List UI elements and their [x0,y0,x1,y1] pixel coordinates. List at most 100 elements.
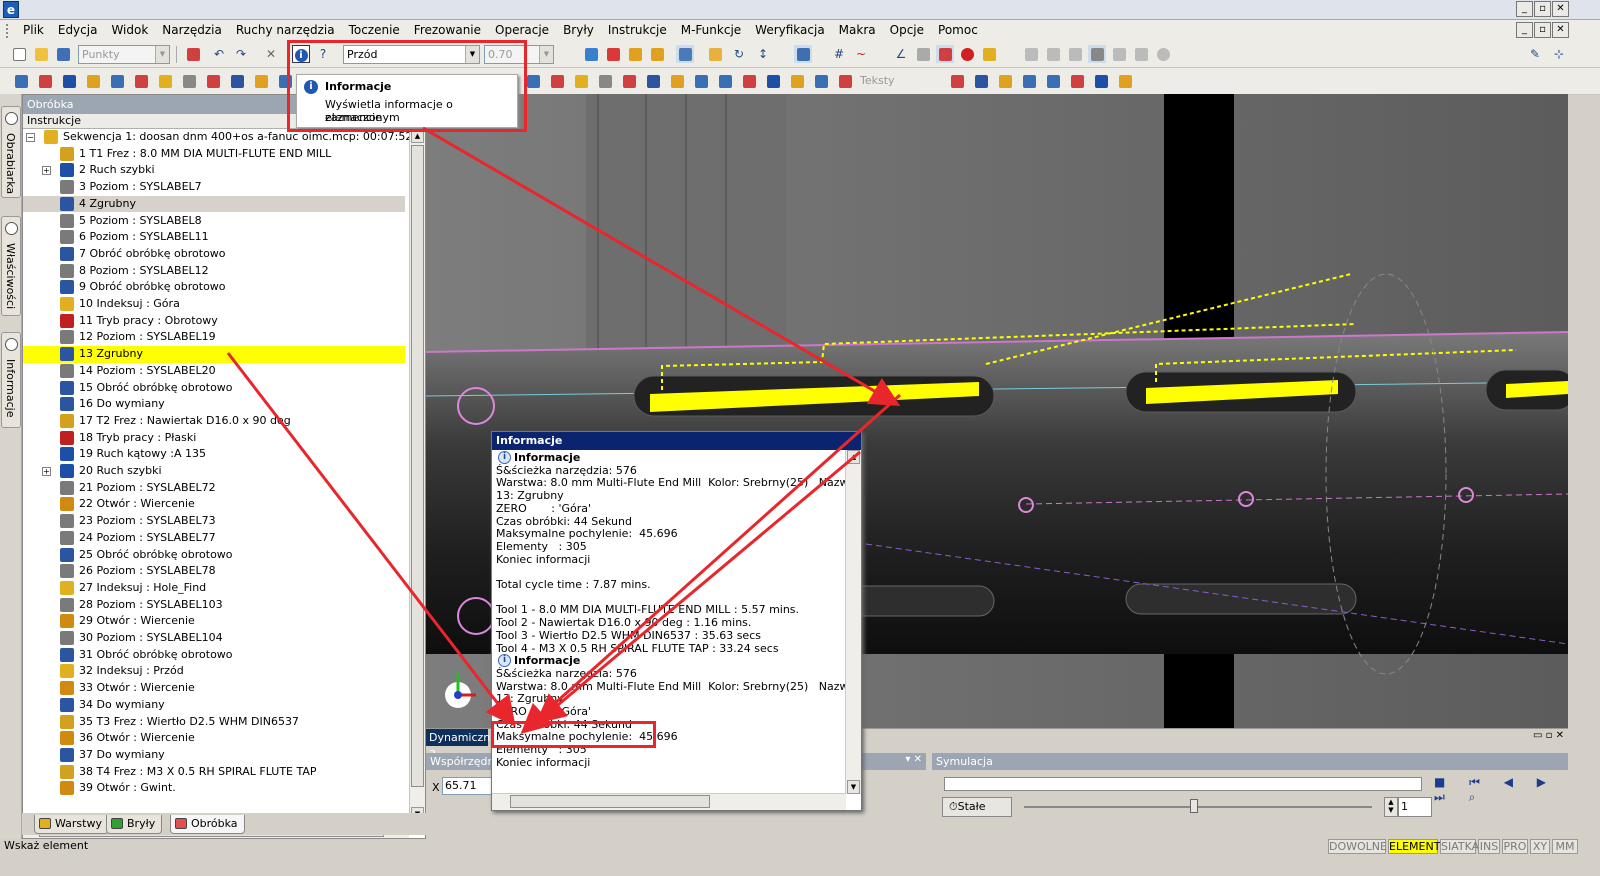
axis-icon[interactable]: ↕ [754,45,772,63]
shade-2-icon[interactable] [1044,45,1062,63]
tree-row[interactable]: 34 Do wymiany [23,697,405,714]
tree-row[interactable]: 9 Obróć obróbkę obrotowo [23,279,405,296]
machining-tool-33-icon[interactable] [972,72,990,90]
machining-tool-32-icon[interactable] [948,72,966,90]
shade-7-icon[interactable] [1154,45,1172,63]
machining-tool-17-icon[interactable] [548,72,566,90]
minimize-button[interactable]: _ [1516,1,1533,17]
dimension-icon[interactable]: ∠ [892,45,910,63]
machining-tool-3-icon[interactable] [84,72,102,90]
machining-tool-6-icon[interactable] [156,72,174,90]
machining-tool-7-icon[interactable] [180,72,198,90]
machining-tool-37-icon[interactable] [1068,72,1086,90]
delete-icon[interactable]: ✕ [262,45,280,63]
menu-4[interactable]: Ruchy narzędzia [229,20,342,41]
tree-expander[interactable]: − [26,133,35,142]
save-icon[interactable] [54,45,72,63]
tree-row[interactable]: 32 Indeksuj : Przód [23,663,405,680]
machining-tool-8-icon[interactable] [204,72,222,90]
tree-row[interactable]: +20 Ruch szybki [23,463,405,480]
tree-row[interactable]: 24 Poziom : SYSLABEL77 [23,530,405,547]
layers-icon[interactable] [936,45,954,63]
tree-row[interactable]: 35 T3 Frez : Wiertło D2.5 WHM DIN6537 [23,714,405,731]
cursor-icon[interactable]: ⊹ [1550,45,1568,63]
menu-6[interactable]: Frezowanie [407,20,488,41]
tree-row[interactable]: 27 Indeksuj : Hole_Find [23,580,405,597]
doc-close-button[interactable]: ✕ [1552,22,1569,38]
tree-row[interactable]: 17 T2 Frez : Nawiertak D16.0 x 90 deg [23,413,405,430]
select-points-icon[interactable] [582,45,600,63]
status-indicator-pro[interactable]: PRO [1502,839,1528,854]
mode-button[interactable]: ⏱Stałe [942,797,1012,817]
machining-tool-9-icon[interactable] [228,72,246,90]
texts-label[interactable]: Teksty [860,74,895,87]
grid-icon[interactable]: # [830,45,848,63]
shade-1-icon[interactable] [1022,45,1040,63]
machining-tool-28-icon[interactable] [812,72,830,90]
shade-5-icon[interactable] [1110,45,1128,63]
status-indicator-element[interactable]: ELEMENT [1388,839,1440,854]
machining-tool-20-icon[interactable] [620,72,638,90]
tree-row[interactable]: 21 Poziom : SYSLABEL72 [23,480,405,497]
snap-icon[interactable] [604,45,622,63]
menu-12[interactable]: Makra [832,20,883,41]
machining-tool-10-icon[interactable] [252,72,270,90]
info-vertical-scrollbar[interactable]: ▲ ▼ [845,450,861,794]
tree-row[interactable]: 29 Otwór : Wiercenie [23,613,405,630]
machining-tool-21-icon[interactable] [644,72,662,90]
status-indicator-xy[interactable]: XY [1530,839,1550,854]
machining-tool-38-icon[interactable] [1092,72,1110,90]
maximize-button[interactable]: ▫ [1534,1,1551,17]
machining-tool-19-icon[interactable] [596,72,614,90]
viewport-window-controls[interactable]: ▭ ▫ ✕ [1533,730,1564,741]
tree-row[interactable]: 8 Poziom : SYSLABEL12 [23,263,405,280]
menu-3[interactable]: Narzędzia [155,20,229,41]
tree-row[interactable]: 19 Ruch kątowy :A 135 [23,446,405,463]
menu-13[interactable]: Opcje [883,20,931,41]
machining-tool-36-icon[interactable] [1044,72,1062,90]
status-indicator-siatka[interactable]: SIATKA [1440,839,1479,854]
tab-wlasciwosci[interactable]: Właściwości [1,216,21,316]
stop-icon[interactable] [958,45,976,63]
machining-tool-4-icon[interactable] [108,72,126,90]
rotate-view-icon[interactable]: ↻ [730,45,748,63]
shade-6-icon[interactable] [1132,45,1150,63]
tree-row[interactable]: 39 Otwór : Gwint. [23,780,405,797]
shade-3-icon[interactable] [1066,45,1084,63]
info-window[interactable]: Informacje i Informacje Ś&ścieżka narzędzi… [491,431,862,811]
step-spinner[interactable]: ▲ ▼ [1384,797,1398,817]
undo-icon[interactable]: ↶ [210,45,228,63]
tree-row[interactable]: 26 Poziom : SYSLABEL78 [23,563,405,580]
machining-tool-2-icon[interactable] [60,72,78,90]
pan-icon[interactable] [648,45,666,63]
machining-tool-29-icon[interactable] [836,72,854,90]
machining-tool-27-icon[interactable] [788,72,806,90]
curve-icon[interactable]: ~ [852,45,870,63]
tree-row[interactable]: 4 Zgrubny [23,195,405,213]
tree-row[interactable]: 6 Poziom : SYSLABEL11 [23,229,405,246]
tree-row[interactable]: 15 Obróć obróbkę obrotowo [23,380,405,397]
tab-bryly[interactable]: Bryły [106,815,163,834]
x-coordinate-input[interactable]: 65.71 [442,777,494,795]
machining-tool-25-icon[interactable] [740,72,758,90]
tree-row[interactable]: 36 Otwór : Wiercenie [23,730,405,747]
machining-tool-24-icon[interactable] [716,72,734,90]
open-folder-icon[interactable] [32,45,50,63]
workplane-icon[interactable] [794,45,812,63]
tree-row[interactable]: 31 Obróć obróbkę obrotowo [23,647,405,664]
tree-row[interactable]: 37 Do wymiany [23,747,405,764]
machining-tool-22-icon[interactable] [668,72,686,90]
pencil-icon[interactable]: ✎ [1526,45,1544,63]
funnel-icon[interactable] [914,45,932,63]
tree-row[interactable]: 38 T4 Frez : M3 X 0.5 RH SPIRAL FLUTE TA… [23,764,405,781]
tree-row[interactable]: 16 Do wymiany [23,396,405,413]
menu-10[interactable]: M-Funkcje [674,20,748,41]
machining-tool-5-icon[interactable] [132,72,150,90]
tree-row[interactable]: 1 T1 Frez : 8.0 MM DIA MULTI-FLUTE END M… [23,146,405,163]
machine-icon[interactable] [980,45,998,63]
tree-row[interactable]: 13 Zgrubny [23,346,405,363]
close-button[interactable]: ✕ [1552,1,1569,17]
tree-row[interactable]: 10 Indeksuj : Góra [23,296,405,313]
new-file-icon[interactable] [10,45,28,63]
doc-restore-button[interactable]: ▫ [1534,22,1551,38]
